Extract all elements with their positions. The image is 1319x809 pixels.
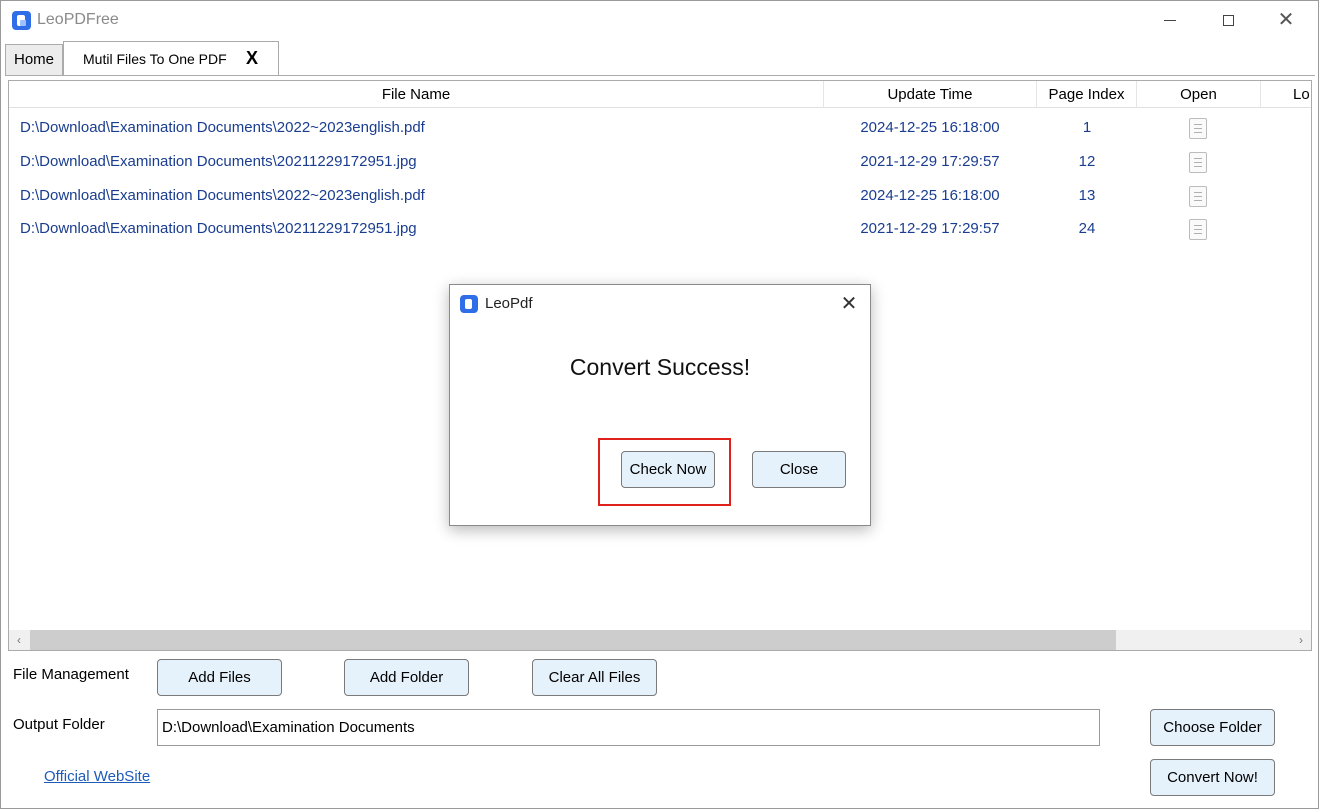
file-name-cell: D:\Download\Examination Documents\202112… <box>20 220 417 237</box>
page-index-cell[interactable]: 13 <box>1037 179 1137 213</box>
document-icon[interactable] <box>1189 152 1207 173</box>
dialog-app-icon <box>460 295 478 313</box>
horizontal-scrollbar[interactable]: ‹ › <box>9 630 1311 650</box>
open-cell <box>1137 145 1261 179</box>
open-cell <box>1137 179 1261 213</box>
tab-home[interactable]: Home <box>5 44 63 76</box>
table-row[interactable]: D:\Download\Examination Documents\2022~2… <box>9 111 1311 145</box>
page-index-cell[interactable]: 24 <box>1037 212 1137 246</box>
minimize-button[interactable] <box>1141 1 1199 39</box>
tab-divider <box>5 75 1315 76</box>
column-header-update-time[interactable]: Update Time <box>824 81 1037 108</box>
output-folder-input[interactable] <box>157 709 1100 746</box>
open-cell <box>1137 212 1261 246</box>
table-row[interactable]: D:\Download\Examination Documents\202112… <box>9 212 1311 246</box>
title-bar[interactable]: LeoPDFree ✕ <box>1 1 1318 39</box>
check-now-button[interactable]: Check Now <box>621 451 715 488</box>
choose-folder-button[interactable]: Choose Folder <box>1150 709 1275 746</box>
open-cell <box>1137 111 1261 145</box>
clear-all-files-button[interactable]: Clear All Files <box>532 659 657 696</box>
maximize-icon <box>1222 15 1234 27</box>
add-folder-button[interactable]: Add Folder <box>344 659 469 696</box>
window-title: LeoPDFree <box>37 11 119 28</box>
update-time-cell: 2024-12-25 16:18:00 <box>860 119 1000 136</box>
document-icon[interactable] <box>1189 219 1207 240</box>
update-time-cell: 2021-12-29 17:29:57 <box>860 220 1000 237</box>
minimize-icon <box>1164 20 1176 22</box>
app-logo-icon <box>12 11 31 30</box>
scroll-left-arrow-icon[interactable]: ‹ <box>9 630 29 650</box>
maximize-button[interactable] <box>1199 1 1257 39</box>
page-index-cell[interactable]: 12 <box>1037 145 1137 179</box>
scroll-right-arrow-icon[interactable]: › <box>1291 630 1311 650</box>
update-time-cell: 2024-12-25 16:18:00 <box>860 187 1000 204</box>
official-website-link[interactable]: Official WebSite <box>44 768 150 785</box>
file-name-cell: D:\Download\Examination Documents\2022~2… <box>20 119 425 136</box>
convert-now-button[interactable]: Convert Now! <box>1150 759 1275 796</box>
column-header-page-index[interactable]: Page Index <box>1037 81 1137 108</box>
table-row[interactable]: D:\Download\Examination Documents\2022~2… <box>9 179 1311 213</box>
file-management-label: File Management <box>13 666 129 683</box>
document-icon[interactable] <box>1189 118 1207 139</box>
column-header-file-name[interactable]: File Name <box>9 81 824 108</box>
output-folder-label: Output Folder <box>13 716 105 733</box>
close-window-button[interactable]: ✕ <box>1257 1 1315 39</box>
tab-close-button[interactable]: X <box>246 48 258 69</box>
tab-merge-files[interactable]: Mutil Files To One PDF X <box>63 41 279 76</box>
table-header: File Name Update Time Page Index Open Lo <box>9 81 1311 108</box>
page-index-cell[interactable]: 1 <box>1037 111 1137 145</box>
dialog-title: LeoPdf <box>485 295 533 312</box>
file-name-cell: D:\Download\Examination Documents\202112… <box>20 153 417 170</box>
dialog-message: Convert Success! <box>569 354 751 380</box>
dialog-close-button[interactable]: Close <box>752 451 846 488</box>
document-icon[interactable] <box>1189 186 1207 207</box>
dialog-close-icon[interactable]: ✕ <box>837 291 861 316</box>
table-row[interactable]: D:\Download\Examination Documents\202112… <box>9 145 1311 179</box>
app-window: LeoPDFree ✕ Home Mutil Files To One PDF … <box>0 0 1319 809</box>
add-files-button[interactable]: Add Files <box>157 659 282 696</box>
tab-merge-label: Mutil Files To One PDF <box>83 51 227 67</box>
scrollbar-thumb[interactable] <box>30 630 1116 650</box>
update-time-cell: 2021-12-29 17:29:57 <box>860 153 1000 170</box>
success-dialog: LeoPdf ✕ Convert Success! Check Now Clos… <box>449 284 871 526</box>
file-name-cell: D:\Download\Examination Documents\2022~2… <box>20 187 425 204</box>
column-header-open[interactable]: Open <box>1137 81 1261 108</box>
column-header-location[interactable]: Lo <box>1261 81 1311 108</box>
